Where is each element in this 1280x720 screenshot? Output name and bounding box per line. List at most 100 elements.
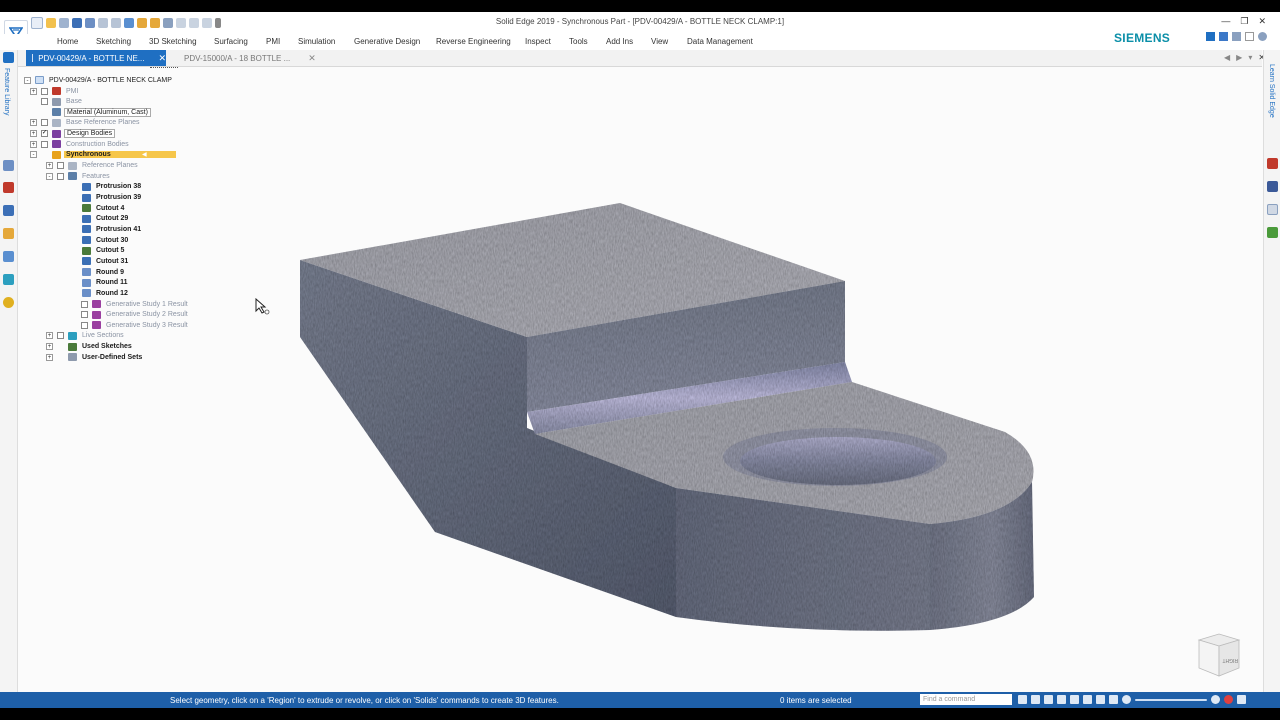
close-tab-icon[interactable]: ✕	[308, 53, 316, 64]
tab-scroll-right-icon[interactable]: ▶	[1236, 53, 1242, 62]
tree-node[interactable]: Generative Study 1 Result	[70, 299, 190, 309]
visibility-checkbox[interactable]	[41, 119, 48, 127]
ribbon-tab-tools[interactable]: Tools	[569, 37, 588, 46]
clamp-model[interactable]	[300, 203, 1034, 631]
youtube-icon[interactable]	[1267, 158, 1278, 169]
close-tab-icon[interactable]: ✕	[158, 53, 166, 64]
tree-splitter[interactable]	[150, 67, 178, 68]
feature-library-tab[interactable]: Feature Library	[3, 68, 10, 115]
tree-node[interactable]: Material (Aluminum, Cast)	[30, 107, 151, 117]
ribbon-tab-sketching[interactable]: Sketching	[96, 37, 131, 46]
tree-node[interactable]: Generative Study 2 Result	[70, 310, 190, 320]
library-icon[interactable]	[3, 205, 14, 216]
tree-node[interactable]: Cutout 4	[60, 203, 126, 213]
tab-scroll-left-icon[interactable]: ◀	[1224, 53, 1230, 62]
tree-node[interactable]: Cutout 29	[60, 214, 130, 224]
rotate-icon[interactable]	[1070, 695, 1079, 704]
shading-icon[interactable]	[1096, 695, 1105, 704]
tree-node[interactable]: - Synchronous ◀	[30, 150, 176, 160]
ribbon-tab-inspect[interactable]: Inspect	[525, 37, 551, 46]
collapse-icon[interactable]: -	[30, 151, 37, 159]
fit-icon[interactable]	[1044, 695, 1053, 704]
pathfinder-icon[interactable]	[3, 52, 14, 63]
tree-node[interactable]: + Construction Bodies	[30, 139, 131, 149]
ribbon-tab-pmi[interactable]: PMI	[266, 37, 280, 46]
ribbon-tab-simulation[interactable]: Simulation	[298, 37, 335, 46]
zoom-in-icon[interactable]	[1211, 695, 1220, 704]
tree-node[interactable]: Protrusion 39	[60, 193, 143, 203]
view-orientation-icon[interactable]	[1083, 695, 1092, 704]
restore-icon[interactable]: ❐	[1240, 16, 1248, 27]
tree-node[interactable]: Base	[30, 97, 84, 107]
visibility-checkbox[interactable]	[57, 332, 64, 340]
tree-node[interactable]: + User-Defined Sets	[46, 352, 144, 362]
document-tab-active[interactable]: PDV-00429/A - BOTTLE NE... ✕	[26, 50, 166, 66]
collapse-icon[interactable]: -	[24, 76, 31, 84]
facebook-icon[interactable]	[1267, 181, 1278, 192]
tree-node[interactable]: Generative Study 3 Result	[70, 320, 190, 330]
visibility-checkbox[interactable]	[81, 311, 88, 319]
document-tab-inactive[interactable]: PDV-15000/A - 18 BOTTLE ... ✕	[174, 50, 316, 66]
expand-icon[interactable]: +	[46, 162, 53, 170]
expand-icon[interactable]: +	[30, 87, 37, 95]
close-icon[interactable]: ✕	[1258, 16, 1266, 27]
visibility-checkbox[interactable]	[81, 321, 88, 329]
tree-node[interactable]: Cutout 31	[60, 256, 130, 266]
color-manager-icon[interactable]	[3, 228, 14, 239]
tree-node[interactable]: + ✓ Design Bodies	[30, 129, 116, 139]
help-icon[interactable]	[1232, 32, 1241, 41]
pan-icon[interactable]	[1057, 695, 1066, 704]
tree-node[interactable]: Round 12	[60, 288, 130, 298]
tree-node[interactable]: + Used Sketches	[46, 342, 134, 352]
ribbon-tab-generative-design[interactable]: Generative Design	[354, 37, 420, 46]
tree-node[interactable]: Protrusion 41	[60, 224, 143, 234]
ribbon-tab-home[interactable]: Home	[57, 37, 78, 46]
view-style-icon[interactable]	[1109, 695, 1118, 704]
minimize-icon[interactable]: —	[1221, 16, 1230, 27]
tree-node[interactable]: Cutout 30	[60, 235, 130, 245]
relationships-icon[interactable]	[3, 274, 14, 285]
tree-node[interactable]: Cutout 5	[60, 246, 126, 256]
visibility-checkbox[interactable]	[41, 98, 48, 106]
ribbon-layout-icon[interactable]	[1206, 32, 1215, 41]
visibility-checkbox[interactable]	[57, 162, 64, 170]
view-cube[interactable]: RIGHT	[1195, 632, 1243, 678]
zoom-out-icon[interactable]	[1122, 695, 1131, 704]
visibility-checkbox[interactable]	[81, 300, 88, 308]
ribbon-tab-data-management[interactable]: Data Management	[687, 37, 753, 46]
layers-icon[interactable]	[3, 160, 14, 171]
tree-node[interactable]: + Reference Planes	[46, 161, 140, 171]
tree-node[interactable]: - Features	[46, 171, 112, 181]
learn-solid-edge-tab[interactable]: Learn Solid Edge	[1268, 64, 1275, 118]
command-go-icon[interactable]	[1018, 695, 1027, 704]
community-icon[interactable]	[1267, 204, 1278, 215]
ribbon-tab-reverse-engineering[interactable]: Reverse Engineering	[436, 37, 511, 46]
tips-icon[interactable]	[1267, 227, 1278, 238]
visibility-checkbox[interactable]	[41, 140, 48, 148]
tab-list-icon[interactable]: ▾	[1248, 53, 1252, 62]
visibility-checkbox[interactable]	[57, 172, 64, 180]
status-settings-icon[interactable]	[1237, 695, 1246, 704]
selection-manager-icon[interactable]	[3, 251, 14, 262]
tree-node[interactable]: + PMI	[30, 86, 80, 96]
expand-icon[interactable]: +	[30, 119, 37, 127]
error-indicator-icon[interactable]	[1224, 695, 1233, 704]
expand-icon[interactable]: +	[46, 343, 53, 351]
tree-node[interactable]: Protrusion 38	[60, 182, 143, 192]
ribbon-tab-add-ins[interactable]: Add Ins	[606, 37, 633, 46]
expand-icon[interactable]: +	[46, 332, 53, 340]
expand-icon[interactable]: +	[30, 140, 37, 148]
sensor-icon[interactable]	[3, 182, 14, 193]
info-icon[interactable]	[1258, 32, 1267, 41]
visibility-checkbox[interactable]: ✓	[41, 130, 48, 138]
tree-node[interactable]: + Live Sections	[46, 331, 126, 341]
graphics-viewport[interactable]	[250, 67, 1260, 692]
command-finder-input[interactable]: Find a command	[920, 694, 1012, 705]
expand-icon[interactable]: +	[30, 130, 37, 138]
key-icon[interactable]	[3, 297, 14, 308]
expand-icon[interactable]: +	[46, 353, 53, 361]
ribbon-tab-surfacing[interactable]: Surfacing	[214, 37, 248, 46]
zoom-area-icon[interactable]	[1031, 695, 1040, 704]
tree-root[interactable]: - PDV-00429/A - BOTTLE NECK CLAMP	[24, 75, 174, 85]
zoom-slider[interactable]	[1135, 699, 1207, 701]
